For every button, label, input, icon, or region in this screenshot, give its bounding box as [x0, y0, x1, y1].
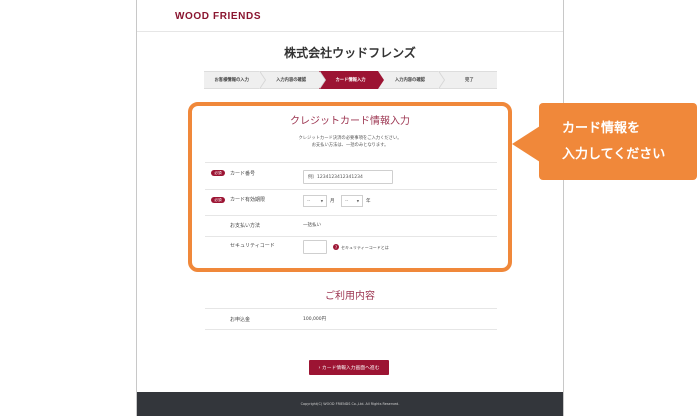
step-card-input: カード情報入力 [318, 71, 385, 89]
amount-label: お申込金 [230, 317, 251, 323]
proceed-button[interactable]: › カード情報入力画面へ進む [309, 360, 389, 375]
step-label: お客様情報の入力 [214, 78, 249, 83]
usage-section-title: ご利用内容 [325, 291, 375, 302]
step-label: 完了 [465, 78, 474, 83]
page-title: 株式会社ウッドフレンズ [284, 46, 416, 60]
step-complete: 完了 [437, 71, 498, 89]
step-customer-info: お客様情報の入力 [204, 71, 267, 89]
amount-value: 100,000円 [303, 317, 327, 322]
logo[interactable]: WOOD FRIENDS [175, 11, 261, 22]
step-confirm-2: 入力内容の確認 [378, 71, 445, 89]
step-confirm-1: 入力内容の確認 [259, 71, 326, 89]
callout-line-1: カード情報を [562, 120, 641, 136]
callout-line-2: 入力してください [562, 146, 666, 162]
copyright: Copyright(C) WOOD FRIENDS Co.,Ltd. All R… [300, 402, 400, 406]
header-divider [137, 31, 563, 32]
row-divider [205, 308, 497, 309]
step-label: 入力内容の確認 [276, 78, 307, 83]
progress-steps: お客様情報の入力 入力内容の確認 カード情報入力 入力内容の確認 完了 [204, 71, 498, 89]
callout-tail [512, 126, 540, 162]
callout-box: カード情報を 入力してください [539, 103, 697, 180]
highlight-frame [188, 102, 512, 272]
step-label: 入力内容の確認 [394, 78, 425, 83]
step-label: カード情報入力 [335, 78, 366, 83]
row-divider [205, 329, 497, 330]
